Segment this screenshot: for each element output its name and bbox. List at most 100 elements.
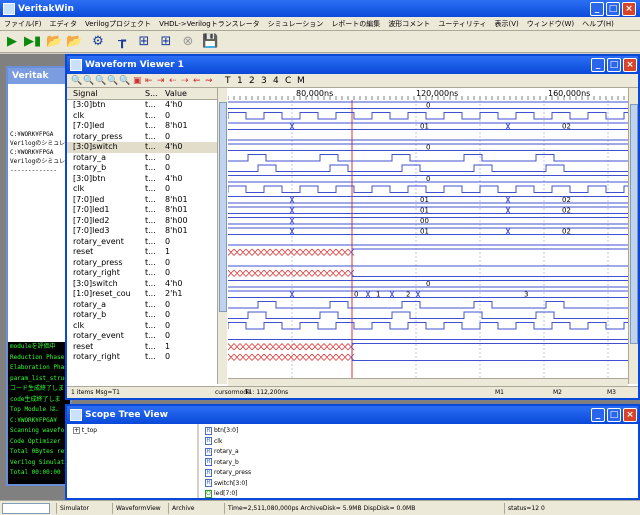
save-icon[interactable]: 💾 (202, 34, 218, 50)
console-titlebar[interactable]: Veritak 383 (8, 68, 70, 97)
waveform-window[interactable]: Waveform Viewer 1 _ □ × 🔍 🔍 🔍 🔍 🔍 ▣ ⇤ ⇥ … (65, 54, 640, 400)
signal-row[interactable]: [3:0]switch t... 4'h0 (67, 279, 217, 290)
module-icon[interactable]: ⊞ (136, 34, 152, 50)
signal-row[interactable]: rotary_event t... 0 (67, 331, 217, 342)
waveform-titlebar[interactable]: Waveform Viewer 1 _ □ × (67, 56, 638, 74)
step-run-icon[interactable]: ▶▮ (24, 34, 41, 50)
edge-prev-icon[interactable]: ⇜ (193, 74, 201, 88)
folder-edit-icon[interactable]: 📂 (46, 34, 62, 50)
signal-row[interactable]: rotary_event t... 0 (67, 237, 217, 248)
signal-row[interactable]: [7:0]led3 t... 8'h01 (67, 226, 217, 237)
signal-row[interactable]: reset t... 1 (67, 342, 217, 353)
waveform-close-button[interactable]: × (623, 58, 637, 72)
close-button[interactable]: × (622, 2, 636, 16)
scope-signal-item[interactable]: Rrotary_a (205, 447, 239, 456)
search-right-icon[interactable]: ⇢ (181, 74, 189, 88)
menu-item-2[interactable]: Verilogプロジェクト (81, 20, 155, 28)
menu-item-6[interactable]: 波形コメント (384, 20, 434, 28)
cursor-label-2[interactable]: 2 (249, 74, 255, 88)
expand-icon[interactable]: + (73, 427, 80, 434)
edge-next-icon[interactable]: ⇝ (205, 74, 213, 88)
jump-right-icon[interactable]: ⇥ (157, 74, 165, 88)
tree-root[interactable]: + t_top (73, 426, 97, 435)
signal-row[interactable]: [7:0]led1 t... 8'h01 (67, 205, 217, 216)
signal-row[interactable]: rotary_right t... 0 (67, 352, 217, 363)
zoom-cursor-icon[interactable]: 🔍 (119, 74, 130, 88)
signal-row[interactable]: rotary_b t... 0 (67, 163, 217, 174)
value-column-header[interactable]: Value (165, 88, 187, 100)
scope-maximize-button[interactable]: □ (607, 408, 621, 422)
menu-item-7[interactable]: ユーティリティ (434, 20, 490, 28)
folder-add-icon[interactable]: 📂 (66, 34, 82, 50)
menu-item-0[interactable]: ファイル(F) (0, 20, 46, 28)
hierarchy-icon[interactable]: ┲ (114, 34, 130, 50)
scope-window[interactable]: Scope Tree View _ □ × + t_top Rbtn[3:0] R… (65, 404, 640, 500)
menu-item-9[interactable]: ウィンドウ(W) (523, 20, 578, 28)
signal-column-header[interactable]: Signal (73, 88, 98, 100)
cursor-label-6[interactable]: M (297, 74, 305, 88)
jump-left-icon[interactable]: ⇤ (145, 74, 153, 88)
signal-row[interactable]: rotary_a t... 0 (67, 153, 217, 164)
zoom-fit-icon[interactable]: 🔍 (95, 74, 106, 88)
maximize-button[interactable]: □ (606, 2, 620, 16)
waveform-plot[interactable]: 80,000ns 120,000ns 160,000ns001 020001 0201 0… (228, 88, 628, 384)
signal-row[interactable]: [3:0]switch t... 4'h0 (67, 142, 217, 153)
menu-item-5[interactable]: レポートの編集 (327, 20, 384, 28)
minimize-button[interactable]: _ (590, 2, 604, 16)
scope-close-button[interactable]: × (623, 408, 637, 422)
zoom-area-icon[interactable]: 🔍 (107, 74, 118, 88)
signal-scroll-thumb[interactable] (219, 102, 227, 312)
main-titlebar[interactable]: VeritakWin _ □ × (0, 0, 640, 18)
signal-row[interactable]: rotary_right t... 0 (67, 268, 217, 279)
signal-row[interactable]: clk t... 0 (67, 321, 217, 332)
signal-row[interactable]: [1:0]reset_cou t... 2'h1 (67, 289, 217, 300)
cursor-label-5[interactable]: C (285, 74, 291, 88)
signal-row[interactable]: clk t... 0 (67, 184, 217, 195)
signal-list-scrollbar[interactable] (217, 88, 227, 384)
signal-row[interactable]: clk t... 0 (67, 111, 217, 122)
tree-root-label[interactable]: t_top (82, 427, 97, 434)
scope-signal-item[interactable]: Rrotary_press (205, 468, 251, 477)
waveform-maximize-button[interactable]: □ (607, 58, 621, 72)
stop-icon[interactable]: ⊗ (180, 34, 196, 50)
cursor-label-0[interactable]: T (225, 74, 231, 88)
console-window[interactable]: Veritak 383 C:¥WORK¥FPGA VerilogのシミュレーⅠ C:… (6, 66, 72, 486)
scope-signal-item[interactable]: Rswitch[3:0] (205, 479, 248, 488)
signal-row[interactable]: [7:0]led t... 8'h01 (67, 121, 217, 132)
scope-tree-pane[interactable]: + t_top (67, 424, 199, 498)
menu-item-10[interactable]: ヘルプ(H) (578, 20, 618, 28)
search-left-icon[interactable]: ⇠ (169, 74, 177, 88)
signal-row[interactable]: rotary_a t... 0 (67, 300, 217, 311)
marker-icon[interactable]: ▣ (133, 74, 142, 88)
menu-item-1[interactable]: エディタ (46, 20, 82, 28)
scope-signal-item[interactable]: Rrotary_b (205, 458, 239, 467)
waveform-vscrollbar[interactable] (628, 88, 638, 384)
run-icon[interactable]: ▶ (4, 34, 20, 50)
cursor-label-1[interactable]: 1 (237, 74, 243, 88)
waveform-minimize-button[interactable]: _ (591, 58, 605, 72)
scope-titlebar[interactable]: Scope Tree View _ □ × (67, 406, 638, 424)
waveform-vscroll-thumb[interactable] (630, 104, 638, 344)
s-column-header[interactable]: S... (145, 88, 158, 100)
waveform-hscrollbar[interactable] (228, 378, 628, 386)
scope-signal-item[interactable]: Rbtn[3:0] (205, 426, 238, 435)
module-tree-icon[interactable]: ⊞ (158, 34, 174, 50)
signal-row[interactable]: rotary_b t... 0 (67, 310, 217, 321)
signal-row[interactable]: rotary_press t... 0 (67, 132, 217, 143)
menu-item-4[interactable]: シミュレーション (264, 20, 328, 28)
scope-signal-item[interactable]: Rclk (205, 437, 222, 446)
cursor-label-4[interactable]: 4 (273, 74, 279, 88)
signal-row[interactable]: [3:0]btn t... 4'h0 (67, 100, 217, 111)
zoom-in-icon[interactable]: 🔍 (71, 74, 82, 88)
signal-row[interactable]: [3:0]btn t... 4'h0 (67, 174, 217, 185)
signal-row[interactable]: reset t... 1 (67, 247, 217, 258)
scope-signal-item[interactable]: Oled[7:0] (205, 489, 238, 498)
gear-icon[interactable]: ⚙ (90, 34, 106, 50)
signal-row[interactable]: rotary_press t... 0 (67, 258, 217, 269)
menu-item-3[interactable]: VHDL->Verilogトランスレータ (155, 20, 264, 28)
signal-row[interactable]: [7:0]led t... 8'h01 (67, 195, 217, 206)
cursor-label-3[interactable]: 3 (261, 74, 267, 88)
scope-minimize-button[interactable]: _ (591, 408, 605, 422)
menu-item-8[interactable]: 表示(V) (490, 20, 522, 28)
zoom-out-icon[interactable]: 🔍 (83, 74, 94, 88)
